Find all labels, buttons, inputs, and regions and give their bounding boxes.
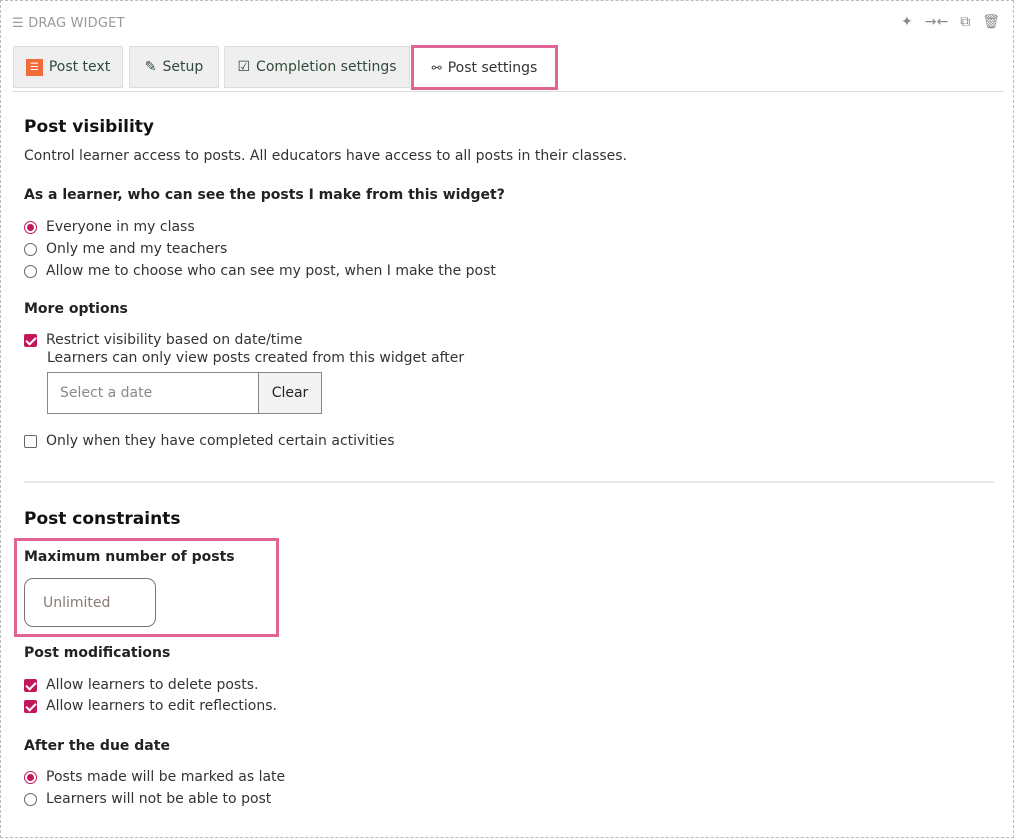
tab-label: Setup <box>162 59 204 75</box>
radio-button[interactable] <box>24 242 37 256</box>
max-posts-input[interactable]: Unlimited <box>24 578 156 627</box>
radio-allow-choose[interactable]: Allow me to choose who can see my post, … <box>24 263 496 279</box>
checkbox-label: Restrict visibility based on date/time <box>46 332 303 348</box>
section-title: Post visibility <box>24 117 155 137</box>
radio-label: Posts made will be marked as late <box>46 769 286 785</box>
tab-divider <box>12 91 1004 92</box>
due-title: After the due date <box>24 738 170 754</box>
section-divider <box>24 481 994 483</box>
visibility-question: As a learner, who can see the posts I ma… <box>24 187 505 203</box>
visibility-description: Control learner access to posts. All edu… <box>24 148 628 164</box>
checkbox[interactable] <box>24 333 37 347</box>
checkbox[interactable] <box>24 678 37 692</box>
date-input[interactable]: Select a date <box>47 372 259 414</box>
duplicate-icon[interactable]: ⧉ <box>960 14 970 30</box>
activities-checkbox[interactable]: Only when they have completed certain ac… <box>24 433 394 449</box>
delete-posts-checkbox[interactable]: Allow learners to delete posts. <box>24 677 258 693</box>
tab-setup[interactable]: ✎ Setup <box>129 46 219 88</box>
max-posts-label: Maximum number of posts <box>24 549 235 565</box>
radio-label: Everyone in my class <box>46 219 195 235</box>
magic-wand-icon[interactable]: ✦ <box>901 14 913 30</box>
checkbox-label: Allow learners to delete posts. <box>46 677 259 693</box>
share-icon: ⚯ <box>431 60 442 75</box>
tab-label: Post settings <box>447 59 538 76</box>
restrict-help: Learners can only view posts created fro… <box>47 350 465 366</box>
hamburger-icon: ☰ <box>12 16 24 31</box>
radio-button[interactable] <box>24 220 37 234</box>
section-title: Post constraints <box>24 509 181 529</box>
radio-not-able[interactable]: Learners will not be able to post <box>24 791 271 807</box>
checkbox-icon: ☑ <box>237 59 251 75</box>
radio-button[interactable] <box>24 770 37 784</box>
radio-only-me[interactable]: Only me and my teachers <box>24 241 227 257</box>
drag-handle[interactable]: ☰ DRAG WIDGET <box>12 16 125 31</box>
tab-completion-settings[interactable]: ☑ Completion settings <box>224 46 410 88</box>
edit-reflections-checkbox[interactable]: Allow learners to edit reflections. <box>24 698 277 714</box>
checkbox[interactable] <box>24 699 37 713</box>
more-options-title: More options <box>24 301 128 317</box>
widget-toolbar: ✦ →← ⧉ 🗑 <box>901 14 1000 30</box>
radio-marked-late[interactable]: Posts made will be marked as late <box>24 769 285 785</box>
checkbox[interactable] <box>24 434 37 448</box>
radio-button[interactable] <box>24 264 37 278</box>
radio-label: Learners will not be able to post <box>46 791 272 807</box>
radio-everyone[interactable]: Everyone in my class <box>24 219 195 235</box>
restrict-date-checkbox[interactable]: Restrict visibility based on date/time <box>24 332 302 348</box>
checkbox-label: Only when they have completed certain ac… <box>46 433 395 449</box>
tab-post-text[interactable]: ☰ Post text <box>13 46 123 88</box>
modifications-title: Post modifications <box>24 645 171 661</box>
tab-label: Post text <box>48 59 111 75</box>
clear-button[interactable]: Clear <box>258 372 322 414</box>
tab-post-settings[interactable]: ⚯ Post settings <box>411 45 558 90</box>
checkbox-label: Allow learners to edit reflections. <box>46 698 277 714</box>
radio-button[interactable] <box>24 792 37 806</box>
pencil-icon: ✎ <box>144 59 157 75</box>
collapse-icon[interactable]: →← <box>925 14 948 30</box>
post-text-icon: ☰ <box>25 58 43 76</box>
tab-label: Completion settings <box>256 59 397 75</box>
radio-label: Allow me to choose who can see my post, … <box>46 263 496 279</box>
radio-label: Only me and my teachers <box>46 241 228 257</box>
widget-title: DRAG WIDGET <box>28 16 125 31</box>
trash-icon[interactable]: 🗑 <box>982 14 1000 30</box>
